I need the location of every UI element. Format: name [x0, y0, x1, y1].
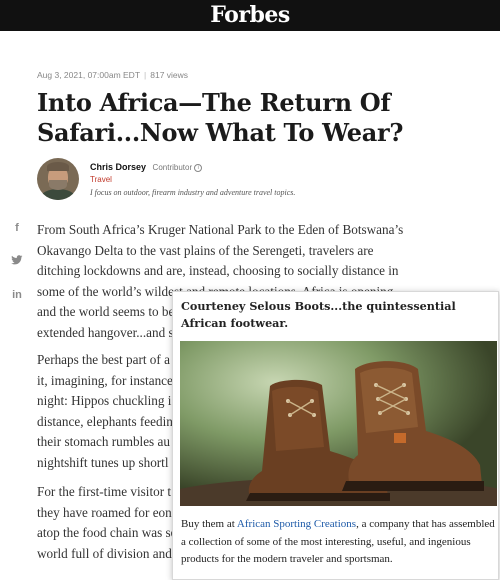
author-name[interactable]: Chris Dorsey	[90, 162, 146, 172]
boots-photo[interactable]	[180, 341, 497, 506]
forbes-logo[interactable]: Forbes	[0, 0, 500, 31]
headline-line-1: Into Africa—The Return Of	[37, 88, 391, 117]
top-bar: Forbes	[0, 0, 500, 31]
author-line: Chris Dorsey Contributor i	[90, 162, 203, 172]
meta-divider: |	[144, 70, 147, 80]
avatar-beard	[49, 180, 67, 190]
text-line: From South Africa’s Kruger National Park…	[37, 222, 404, 237]
publish-date: Aug 3, 2021, 07:00am EDT	[37, 70, 141, 80]
page-title: Into Africa—The Return Of Safari...Now W…	[37, 88, 457, 148]
author-bio: I focus on outdoor, firearm industry and…	[90, 188, 296, 197]
author-role-label: Contributor	[152, 163, 193, 172]
buy-prefix: Buy them at	[181, 518, 237, 530]
twitter-bird-glyph	[11, 255, 23, 265]
headline-line-2: Safari...Now What To Wear?	[37, 118, 404, 147]
text-line: Okavango Delta to the vast plains of the…	[37, 242, 374, 258]
buy-text: Buy them at African Sporting Creations, …	[181, 516, 496, 569]
twitter-icon[interactable]	[10, 254, 24, 268]
info-icon[interactable]: i	[194, 163, 203, 172]
author-avatar[interactable]	[37, 158, 79, 200]
boots-illustration	[180, 341, 497, 506]
text-line: ditching lockdowns and are, instead, cho…	[37, 263, 399, 278]
popup-caption: Courteney Selous Boots...the quintessent…	[181, 299, 456, 330]
avatar-hair	[47, 162, 69, 171]
linkedin-icon[interactable]: in	[10, 288, 24, 302]
view-count: 817 views	[150, 70, 189, 80]
author-role: Contributor i	[153, 163, 203, 172]
african-sporting-creations-link[interactable]: African Sporting Creations	[237, 518, 356, 530]
channel-link[interactable]: Travel	[90, 175, 112, 184]
avatar-body	[41, 189, 75, 200]
article-meta: Aug 3, 2021, 07:00am EDT | 817 views	[37, 70, 188, 80]
facebook-icon[interactable]: f	[10, 221, 24, 235]
image-popup: Courteney Selous Boots...the quintessent…	[172, 291, 499, 580]
